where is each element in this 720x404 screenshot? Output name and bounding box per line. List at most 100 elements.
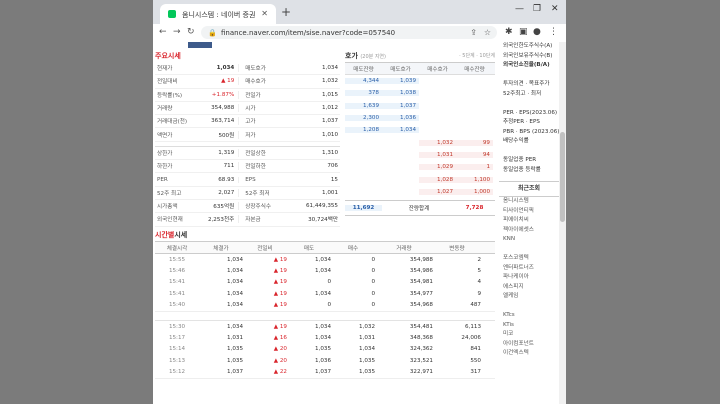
quote-label: 상장주식수 (238, 202, 289, 211)
tick-cell: 1,034 (226, 268, 243, 275)
recent-item[interactable]: KTcs (499, 311, 559, 321)
tick-cell: 15:40 (168, 302, 186, 309)
recent-item[interactable]: 엔터파트너즈 (499, 264, 559, 274)
quote-row: 거래대금(천) 363,714 고가 1,037 (155, 115, 340, 129)
bid-row: 1,028 1,100 (345, 173, 495, 185)
recent-item[interactable]: 아이컴포넌트 (499, 340, 559, 350)
tick-cell: 323,521 (409, 357, 433, 364)
tick-cell: 1,035 (226, 346, 243, 353)
minimize-icon[interactable]: — (515, 4, 524, 14)
recent-item[interactable]: 파나케이아 (499, 273, 559, 283)
close-tab-icon[interactable]: ✕ (261, 9, 268, 18)
tick-title: 시간별시세 (155, 231, 188, 239)
tick-group: 15:30 1,034 ▲ 19 1,034 1,032 354,481 6,113 15:1… (155, 319, 495, 379)
recent-item[interactable]: KTis (499, 321, 559, 331)
quote-label: 시가 (238, 104, 289, 113)
recent-item[interactable]: 포스코엠텍 (499, 254, 559, 264)
tick-cell: ▲ 22 (273, 369, 287, 376)
quote-label: 액면가 (157, 132, 173, 139)
bid-price[interactable]: 1,029 (419, 164, 456, 171)
recent-item[interactable] (499, 245, 559, 255)
tick-cell: 1,031 (358, 335, 375, 342)
bid-row: 1,027 1,000 (345, 186, 495, 198)
tab-title: 옴니시스템 : 네이버 증권 (182, 11, 256, 19)
quote-row: 거래량 354,988 시가 1,012 (155, 102, 340, 116)
total-label: 잔량합계 (408, 205, 430, 212)
bid-price[interactable]: 1,032 (419, 139, 456, 146)
recent-item[interactable]: 옴니시스템 (499, 197, 559, 207)
ask-price[interactable]: 1,036 (382, 115, 419, 122)
orderbook-depth-links[interactable]: · 5단계 · 10단계 (459, 50, 495, 62)
ask-row: 1,208 1,034 (345, 124, 495, 136)
quote-value: 635억원 (213, 204, 235, 211)
recent-list: 옴니시스템 티사이언티픽 피에이치씨 젝아이에셋스 KNN 포스코엠텍 엔터파트너즈 파나케이… (499, 197, 559, 359)
recent-item[interactable]: 이건엑스텍 (499, 349, 559, 359)
tick-cell: 324,362 (409, 346, 433, 353)
tick-cell: ▲ 19 (273, 279, 287, 286)
bid-price[interactable]: 1,027 (419, 188, 456, 195)
col-header: 매도 (303, 245, 315, 252)
bid-price[interactable]: 1,031 (419, 151, 456, 158)
quote-value: 2,253천주 (207, 217, 235, 224)
back-icon[interactable]: ← (159, 27, 167, 37)
recent-item[interactable]: 미코 (499, 330, 559, 340)
share-icon[interactable]: ⇪ (470, 28, 477, 37)
bookmark-star-icon[interactable]: ☆ (484, 28, 491, 37)
recent-item[interactable]: 엘케임 (499, 292, 559, 302)
sidebar-item: 투자의견 · 목표주가 (503, 81, 550, 87)
ask-price[interactable]: 1,034 (382, 127, 419, 134)
tick-cell: 9 (477, 290, 481, 297)
maximize-icon[interactable]: ❐ (533, 4, 541, 14)
quote-label: 52주 최고 (157, 190, 182, 197)
scrollbar-thumb[interactable] (560, 132, 565, 222)
tick-cell: 4 (477, 279, 481, 286)
tick-cell: 487 (470, 302, 481, 309)
tick-cell: 0 (327, 302, 331, 309)
col-header: 매수 (347, 245, 359, 252)
tick-cell: 1,034 (358, 346, 375, 353)
quote-value: 15 (330, 176, 338, 183)
recent-item[interactable]: 티사이언티픽 (499, 207, 559, 217)
tick-section: 시간별시세 체결시각 체결가 전일비 매도 매수 거래량 변동량 15:55 1,… (155, 229, 495, 379)
ask-row: 4,344 1,039 (345, 75, 495, 87)
total-sell-qty: 11,692 (345, 204, 382, 211)
tick-row: 15:55 1,034 ▲ 19 1,034 0 354,988 2 (155, 254, 495, 265)
quote-value: 1,001 (321, 189, 338, 196)
ask-row: 1,639 1,037 (345, 100, 495, 112)
recent-item[interactable]: 젝아이에셋스 (499, 226, 559, 236)
new-tab-icon[interactable]: + (281, 5, 291, 19)
quote-label: EPS (238, 176, 289, 183)
bid-qty: 1,000 (456, 188, 493, 195)
forward-icon[interactable]: → (173, 27, 181, 37)
omnibox[interactable]: 🔒 finance.naver.com/item/sise.naver?code… (201, 26, 497, 39)
sidepanel-icon[interactable]: ▣ (519, 27, 528, 37)
quote-value: 1,015 (321, 91, 338, 98)
recent-item[interactable]: KNN (499, 235, 559, 245)
ask-price[interactable]: 1,038 (382, 90, 419, 97)
active-nav-tab[interactable] (188, 42, 212, 48)
quote-row: PER 68.93 EPS 15 (155, 173, 340, 187)
scrollbar[interactable] (559, 42, 566, 404)
extensions-icon[interactable]: ✱ (505, 27, 513, 37)
recent-item[interactable] (499, 302, 559, 312)
quote-value: 1,032 (321, 78, 338, 85)
close-window-icon[interactable]: ✕ (551, 4, 559, 14)
bid-price[interactable]: 1,028 (419, 176, 456, 183)
recent-item[interactable]: 피에이치씨 (499, 216, 559, 226)
ask-row: 378 1,038 (345, 87, 495, 99)
reload-icon[interactable]: ↻ (187, 27, 195, 37)
recent-item[interactable]: 에스피지 (499, 283, 559, 293)
url-text[interactable]: finance.naver.com/item/sise.naver?code=0… (221, 29, 395, 37)
quote-label: 거래대금(천) (157, 119, 188, 126)
tick-cell: 0 (371, 279, 375, 286)
quote-row: 전일대비 ▲ 19 매수호가 1,032 (155, 75, 340, 89)
menu-icon[interactable]: ⋮ (549, 27, 558, 37)
col-header: 체결시각 (166, 245, 188, 252)
ask-price[interactable]: 1,039 (382, 78, 419, 85)
lock-icon[interactable]: 🔒 (208, 29, 217, 37)
profile-icon[interactable]: ● (533, 27, 541, 37)
ask-price[interactable]: 1,037 (382, 102, 419, 109)
browser-tab[interactable]: 옴니시스템 : 네이버 증권 ✕ (160, 4, 276, 24)
tick-cell: 5 (477, 268, 481, 275)
quote-row: 등락률(%) +1.87% 전일가 1,015 (155, 89, 340, 102)
